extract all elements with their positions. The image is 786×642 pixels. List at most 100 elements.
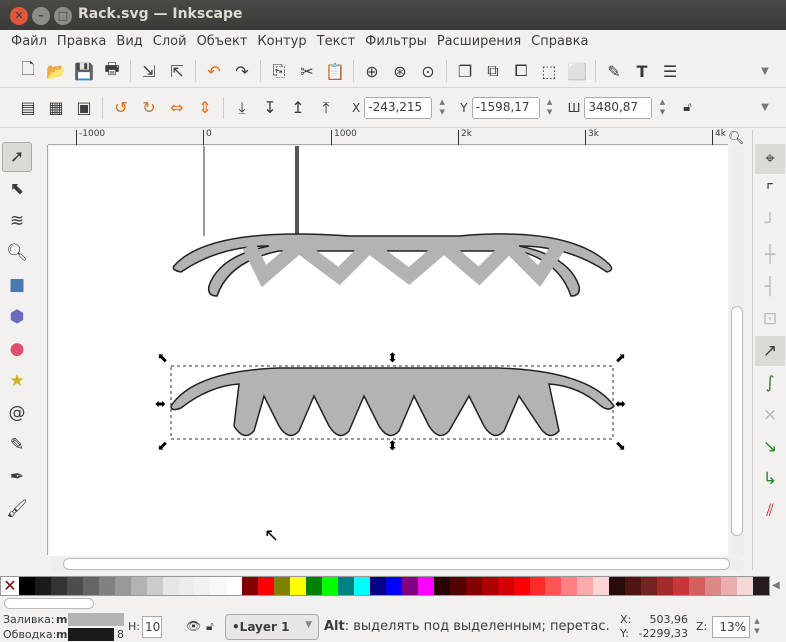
color-swatch[interactable] (641, 577, 658, 595)
cut-icon[interactable]: ✂ (294, 58, 320, 84)
color-swatch[interactable] (274, 577, 291, 595)
snap-cusp-nodes-icon[interactable]: ↘ (755, 432, 785, 462)
maximize-button[interactable]: □ (54, 7, 72, 25)
color-swatch[interactable] (178, 577, 195, 595)
color-swatch[interactable] (290, 577, 307, 595)
snap-intersections-icon[interactable]: ⨯ (755, 400, 785, 430)
duplicate-icon[interactable]: ❐ (452, 58, 478, 84)
menu-item[interactable]: Справка (526, 30, 593, 54)
menu-item[interactable]: Текст (312, 30, 361, 54)
color-swatch[interactable] (82, 577, 99, 595)
select-all-layers-icon[interactable]: ▦ (43, 95, 69, 121)
color-swatch[interactable] (465, 577, 482, 595)
snap-toggle-icon[interactable]: ⌖ (755, 144, 785, 174)
snap-nodes-icon[interactable]: ↗ (755, 336, 785, 366)
zoom-spinner[interactable]: ▲ ▼ (751, 616, 763, 638)
zoom-drawing-icon[interactable]: ⊛ (387, 58, 413, 84)
color-swatch[interactable] (130, 577, 147, 595)
snap-guides-icon[interactable]: ⫽ (755, 496, 785, 526)
flip-horizontal-icon[interactable]: ⇔ (164, 95, 190, 121)
w-input[interactable]: 3480,87 (584, 96, 653, 119)
color-swatch[interactable] (162, 577, 179, 595)
color-swatch[interactable] (338, 577, 355, 595)
menu-item[interactable]: Вид (111, 30, 147, 54)
color-swatch[interactable] (481, 577, 498, 595)
star-tool-icon[interactable]: ★ (2, 366, 32, 396)
color-swatch[interactable] (210, 577, 227, 595)
minimize-button[interactable]: – (32, 7, 50, 25)
layers-icon[interactable]: ☰ (657, 58, 683, 84)
open-icon[interactable]: 📂 (43, 58, 69, 84)
color-swatch[interactable] (306, 577, 323, 595)
menu-item[interactable]: Фильтры (360, 30, 432, 54)
w-spinner[interactable]: ▲ ▼ (656, 97, 668, 119)
x-spinner[interactable]: ▲ ▼ (436, 97, 448, 119)
select-all-icon[interactable]: ▤ (15, 95, 41, 121)
rack-shape-top[interactable] (172, 233, 613, 297)
tweak-tool-icon[interactable]: ≋ (2, 206, 32, 236)
color-swatch[interactable] (258, 577, 275, 595)
no-paint-swatch[interactable]: ✕ (1, 577, 19, 595)
new-icon[interactable]: 🗋 (15, 58, 41, 84)
layer-dropdown[interactable]: •Layer 1 ▼ (225, 614, 319, 640)
color-swatch[interactable] (561, 577, 578, 595)
vertical-scrollbar[interactable] (730, 146, 744, 556)
drawing-canvas[interactable]: ⬉ ⬍ ⬈ ⬌ ⬌ ⬋ ⬍ ⬊ ↖ (49, 146, 728, 556)
color-swatch[interactable] (194, 577, 211, 595)
snap-bbox-icon[interactable]: ⌜ (755, 176, 785, 206)
3d-box-tool-icon[interactable]: ⬢ (2, 302, 32, 332)
zoom-input[interactable]: 13% (712, 616, 750, 638)
h-input[interactable]: 10 (142, 616, 162, 638)
overflow-chevron-icon[interactable]: ▼ (752, 95, 778, 121)
color-swatch[interactable] (433, 577, 450, 595)
rectangle-tool-icon[interactable]: ■ (2, 270, 32, 300)
rotate-cw-icon[interactable]: ↻ (136, 95, 162, 121)
spiral-tool-icon[interactable]: @ (2, 398, 32, 428)
unlink-clone-icon[interactable]: ⧠ (508, 58, 534, 84)
import-icon[interactable]: ⇲ (136, 58, 162, 84)
color-swatch[interactable] (242, 577, 259, 595)
stroke-swatch[interactable] (68, 628, 114, 641)
rack-shape-bottom[interactable] (170, 367, 615, 437)
raise-icon[interactable]: ↥ (285, 95, 311, 121)
color-swatch[interactable] (98, 577, 115, 595)
color-swatch[interactable] (322, 577, 339, 595)
flip-vertical-icon[interactable]: ⇕ (192, 95, 218, 121)
color-swatch[interactable] (34, 577, 51, 595)
lower-icon[interactable]: ↧ (257, 95, 283, 121)
color-swatch[interactable] (50, 577, 67, 595)
zoom-selection-icon[interactable]: ⊕ (359, 58, 385, 84)
menu-item[interactable]: Контур (252, 30, 311, 54)
zoom-corner-icon[interactable]: 🔍︎ (728, 131, 745, 146)
rotate-ccw-icon[interactable]: ↺ (108, 95, 134, 121)
color-swatch[interactable] (513, 577, 530, 595)
menu-item[interactable]: Правка (52, 30, 111, 54)
zoom-page-icon[interactable]: ⊙ (415, 58, 441, 84)
color-swatch[interactable] (689, 577, 705, 595)
color-swatch[interactable] (736, 577, 753, 595)
ungroup-icon[interactable]: ⬜ (564, 58, 590, 84)
color-swatch[interactable] (545, 577, 562, 595)
visibility-eye-icon[interactable]: 👁︎ (186, 619, 201, 633)
x-input[interactable]: -243,215 (364, 96, 433, 119)
clone-icon[interactable]: ⧉ (480, 58, 506, 84)
layer-lock-icon[interactable]: 🔓︎ (206, 619, 214, 634)
color-swatch[interactable] (449, 577, 466, 595)
fill-swatch[interactable] (68, 613, 124, 626)
snap-paths-icon[interactable]: ∫ (755, 368, 785, 398)
pen-tool-icon[interactable]: ✒ (2, 462, 32, 492)
snap-bbox-corner-icon[interactable]: ┼ (755, 240, 785, 270)
color-swatch[interactable] (66, 577, 83, 595)
close-button[interactable]: ✕ (10, 7, 28, 25)
calligraphy-tool-icon[interactable]: 🖌︎ (2, 494, 32, 524)
color-swatch[interactable] (720, 577, 737, 595)
color-swatch[interactable] (19, 577, 35, 595)
color-swatch[interactable] (577, 577, 594, 595)
export-icon[interactable]: ⇱ (164, 58, 190, 84)
palette-scrollbar[interactable] (0, 598, 786, 610)
node-tool-icon[interactable]: ⬉ (2, 174, 32, 204)
palette-menu-icon[interactable]: ◀ (772, 580, 780, 591)
color-swatch[interactable] (625, 577, 642, 595)
text-icon[interactable]: T (629, 58, 655, 84)
color-swatch[interactable] (752, 577, 769, 595)
